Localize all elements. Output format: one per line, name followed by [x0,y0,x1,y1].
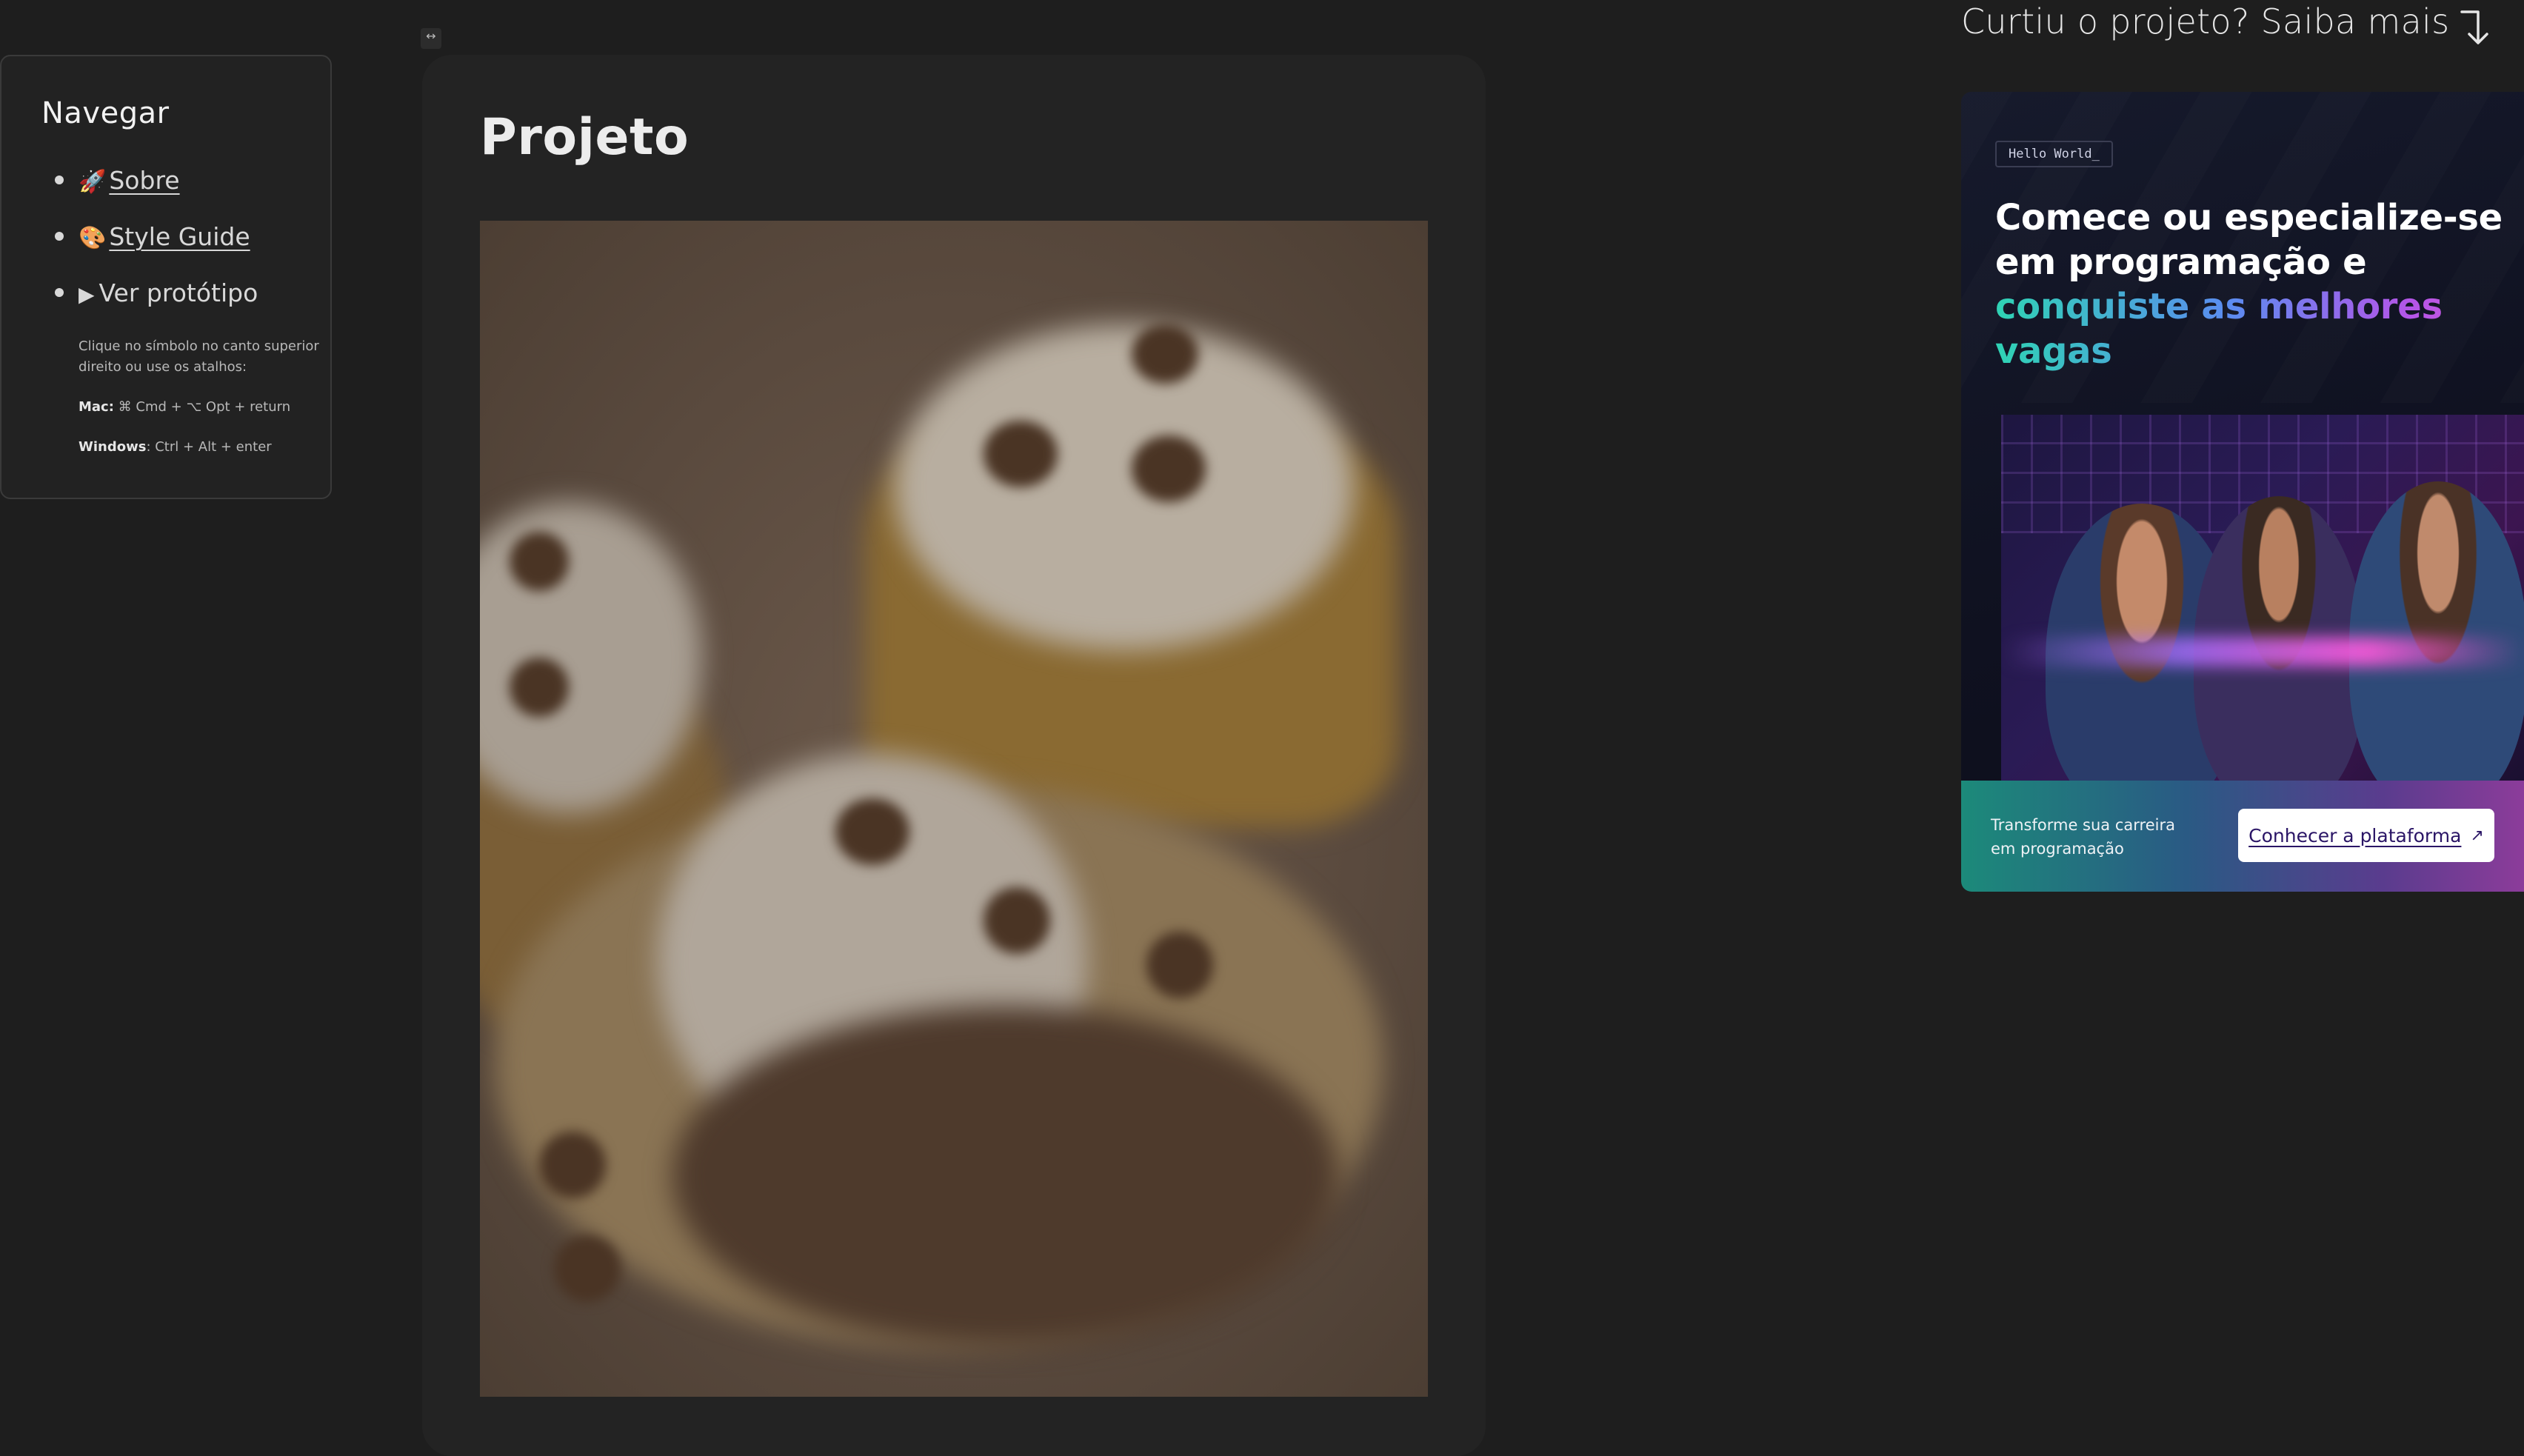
nav-link-sobre[interactable]: Sobre [109,166,179,195]
bullet-icon [55,176,64,184]
external-link-icon: ↗ [2470,826,2484,845]
nav-item-style-guide[interactable]: 🎨 Style Guide [41,221,290,277]
chocolate-chip [554,1235,621,1302]
conhecer-plataforma-label: Conhecer a plataforma [2248,824,2462,846]
rocket-icon: 🚀 [79,169,107,195]
chocolate-chip [510,658,569,717]
page: Navegar 🚀 Sobre 🎨 Style Guide ▶ Ver protóti… [0,0,2524,1456]
nav-item-ver-prototipo[interactable]: ▶ Ver protótipo [41,277,290,333]
bullet-icon [55,288,64,297]
promo-photo [2001,415,2524,781]
project-title: Projeto [480,108,690,167]
cupcake-frosting-top [895,324,1354,650]
cupcake-cake-bottom [672,1006,1339,1346]
navigation-list: 🚀 Sobre 🎨 Style Guide ▶ Ver protótipo [41,164,290,333]
shortcut-help: Clique no símbolo no canto superior dire… [79,336,323,458]
shortcut-intro: Clique no símbolo no canto superior dire… [79,338,319,375]
arrow-down-right-icon [2460,10,2488,44]
shortcut-mac-label: Mac: [79,399,114,415]
chocolate-chip [984,421,1058,487]
chocolate-chip [510,532,569,591]
shortcut-mac: Mac: ⌘ Cmd + ⌥ Opt + return [79,397,323,418]
chocolate-chip [835,798,909,865]
promo-tag: Hello World_ [1995,141,2113,167]
promo-card: Hello World_ Comece ou especialize-se em… [1961,92,2524,892]
promo-footer: Transforme sua carreira em programação C… [1961,781,2524,892]
shortcut-windows: Windows: Ctrl + Alt + enter [79,437,323,458]
chocolate-chip [1132,324,1198,384]
chocolate-chip [539,1132,606,1198]
nav-item-sobre[interactable]: 🚀 Sobre [41,164,290,221]
conhecer-plataforma-button[interactable]: Conhecer a plataforma ↗ [2238,809,2494,862]
navigation-panel: Navegar 🚀 Sobre 🎨 Style Guide ▶ Ver protóti… [0,55,332,499]
nav-link-style-guide[interactable]: Style Guide [109,222,250,251]
promo-footer-text: Transforme sua carreira em programação [1991,816,2175,858]
photo-light-streak [2001,637,2524,667]
collapse-toggle-icon[interactable]: ↔ [421,28,441,49]
promo-headline: Comece ou especialize-se em programação … [1995,196,2514,373]
promo-headline-line2: em programação e [1995,241,2367,283]
bullet-icon [55,232,64,241]
play-icon: ▶ [79,282,95,307]
project-image [480,221,1428,1397]
shortcut-mac-keys: ⌘ Cmd + ⌥ Opt + return [118,399,291,415]
project-card: Projeto [422,55,1486,1456]
chocolate-chip [1132,435,1206,502]
promo-headline-line1: Comece ou especialize-se [1995,197,2503,238]
nav-label-ver-prototipo[interactable]: Ver protótipo [99,278,258,307]
chocolate-chip [1146,932,1213,998]
palette-icon: 🎨 [79,225,107,251]
navigation-title: Navegar [41,96,170,130]
chocolate-chip [984,887,1050,954]
shortcut-windows-label: Windows [79,439,147,455]
promo-headline-highlight: conquiste as melhores vagas [1995,284,2514,373]
promo-heading: Curtiu o projeto? Saiba mais [1961,1,2450,41]
shortcut-windows-keys: : Ctrl + Alt + enter [146,439,272,455]
